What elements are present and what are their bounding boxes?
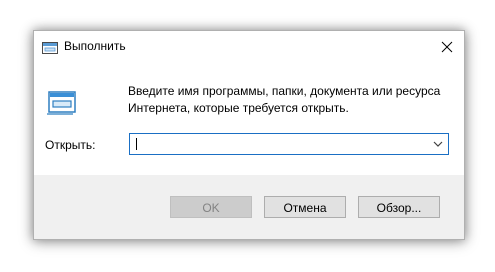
button-bar: OK Отмена Обзор... <box>34 175 464 239</box>
run-dialog: Выполнить Введите имя программы, папки, … <box>33 30 465 240</box>
close-button[interactable] <box>430 31 464 63</box>
open-label: Открыть: <box>45 138 96 152</box>
text-caret <box>136 138 137 150</box>
dialog-content: Введите имя программы, папки, документа … <box>34 63 464 175</box>
instruction-text: Введите имя программы, папки, документа … <box>128 84 441 115</box>
title-bar: Выполнить <box>34 31 464 63</box>
chevron-down-icon[interactable] <box>431 137 445 151</box>
cancel-button[interactable]: Отмена <box>264 196 346 218</box>
window-title: Выполнить <box>64 39 126 53</box>
browse-button[interactable]: Обзор... <box>358 196 440 218</box>
open-combobox[interactable] <box>129 133 449 155</box>
ok-button[interactable]: OK <box>170 196 252 218</box>
run-large-icon <box>47 86 79 118</box>
close-icon <box>441 41 453 53</box>
run-icon <box>42 41 58 54</box>
